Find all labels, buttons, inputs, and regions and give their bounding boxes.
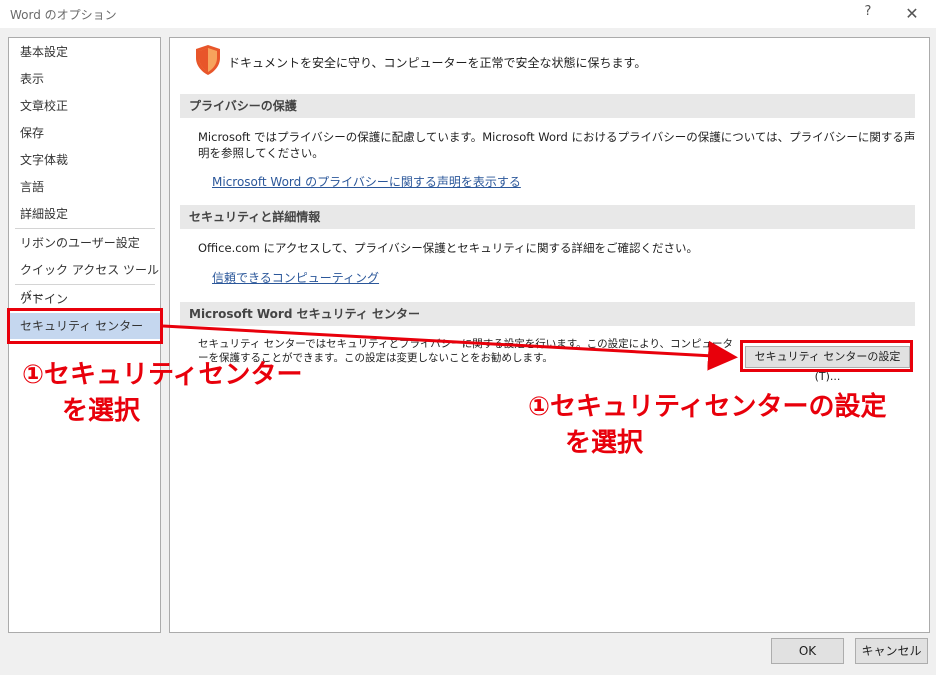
left-annotation-line1: ①セキュリティセンター (22, 360, 303, 390)
right-annotation-line2: を選択 (565, 428, 644, 458)
left-annotation-line2: を選択 (62, 396, 141, 426)
right-annotation-line1: ①セキュリティセンターの設定 (528, 392, 887, 422)
annotation-arrow (162, 324, 738, 371)
